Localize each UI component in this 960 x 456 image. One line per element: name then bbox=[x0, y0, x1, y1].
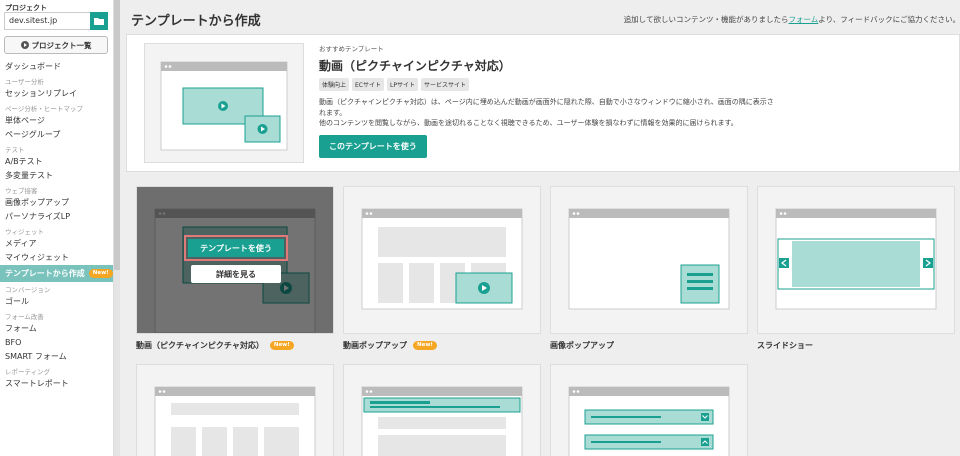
featured-description: 動画（ピクチャインピクチャ対応）は、ページ内に埋め込んだ動画が画面外に隠れた際、… bbox=[319, 97, 779, 129]
sidebar-item[interactable]: A/Bテスト bbox=[0, 155, 113, 169]
card-label: スライドショー bbox=[757, 340, 955, 351]
sidebar-nav: ダッシュボードユーザー分析 セッションリプレイページ分析・ヒートマップ 単体ページペ… bbox=[0, 60, 113, 391]
card-thumbnail bbox=[136, 364, 334, 456]
overlay-detail-button[interactable]: 詳細を見る bbox=[191, 265, 281, 283]
featured-template: おすすめテンプレート 動画（ピクチャインピクチャ対応） 体験向上 ECサイト L… bbox=[126, 34, 960, 172]
template-card[interactable] bbox=[343, 364, 541, 456]
sidebar-item[interactable]: ゴール bbox=[0, 295, 113, 309]
tag-list: 体験向上 ECサイト LPサイト サービスサイト bbox=[319, 78, 819, 91]
sidebar-item[interactable]: BFO bbox=[0, 336, 113, 350]
overlay-use-button[interactable]: テンプレートを使う bbox=[184, 235, 288, 261]
card-thumbnail bbox=[757, 186, 955, 334]
page-title: テンプレートから作成 bbox=[131, 14, 261, 29]
desc-line: 動画（ピクチャインピクチャ対応）は、ページ内に埋め込んだ動画が画面外に隠れた際、… bbox=[319, 98, 774, 117]
feedback-form-link[interactable]: フォーム bbox=[788, 15, 818, 24]
template-card[interactable] bbox=[550, 364, 748, 456]
sidebar-item[interactable]: 画像ポップアップ bbox=[0, 196, 113, 210]
sidebar-item-active[interactable]: テンプレートから作成 New! bbox=[0, 265, 113, 282]
card-thumbnail bbox=[550, 364, 748, 456]
scrollbar-thumb[interactable] bbox=[114, 0, 120, 270]
card-title: 動画（ピクチャインピクチャ対応） bbox=[136, 341, 264, 350]
featured-info: おすすめテンプレート 動画（ピクチャインピクチャ対応） 体験向上 ECサイト L… bbox=[319, 43, 819, 158]
card-title: スライドショー bbox=[757, 341, 813, 350]
overlay-use-label: テンプレートを使う bbox=[188, 239, 284, 257]
nav-section-heading: ユーザー分析 bbox=[5, 78, 44, 86]
card-thumbnail bbox=[550, 186, 748, 334]
sidebar-item[interactable]: 単体ページ bbox=[0, 114, 113, 128]
sidebar-item[interactable]: パーソナライズLP bbox=[0, 210, 113, 224]
feedback-after: より、フィードバックにご協力ください。 bbox=[818, 15, 960, 24]
sidebar-item[interactable]: マイウィジェット bbox=[0, 251, 113, 265]
card-label: 動画ポップアップ New! bbox=[343, 340, 541, 351]
nav-section-heading: テスト bbox=[5, 146, 25, 154]
project-selector: dev.sitest.jp bbox=[4, 12, 108, 30]
tag: LPサイト bbox=[387, 78, 418, 91]
template-card[interactable]: スライドショー bbox=[757, 186, 955, 351]
card-label: 画像ポップアップ bbox=[550, 340, 748, 351]
tag: 体験向上 bbox=[319, 78, 350, 91]
sidebar-item[interactable]: セッションリプレイ bbox=[0, 87, 113, 101]
featured-title: 動画（ピクチャインピクチャ対応） bbox=[319, 59, 511, 73]
nav-section-heading: ウィジェット bbox=[5, 228, 44, 236]
desc-line: 他のコンテンツを閲覧しながら、動画を途切れることなく視聴できるため、ユーザー体験… bbox=[319, 119, 738, 127]
recommended-label: おすすめテンプレート bbox=[319, 45, 384, 53]
sidebar-item[interactable]: SMART フォーム bbox=[0, 350, 113, 364]
sidebar-item[interactable]: ダッシュボード bbox=[0, 60, 113, 74]
card-label: 動画（ピクチャインピクチャ対応） New! bbox=[136, 340, 334, 351]
nav-section-heading: コンバージョン bbox=[5, 286, 51, 294]
featured-thumbnail bbox=[144, 43, 304, 163]
nav-section-heading: フォーム改善 bbox=[5, 313, 44, 321]
new-badge: New! bbox=[413, 341, 437, 350]
card-thumbnail bbox=[343, 186, 541, 334]
nav-section-heading: ウェブ接客 bbox=[5, 187, 38, 195]
sidebar-item[interactable]: スマートレポート bbox=[0, 377, 113, 391]
sidebar-item[interactable]: メディア bbox=[0, 237, 113, 251]
sidebar-item[interactable]: 多変量テスト bbox=[0, 169, 113, 183]
template-card[interactable]: テンプレートを使う 詳細を見る 動画（ピクチャインピクチャ対応） New! bbox=[136, 186, 334, 351]
feedback-before: 追加して欲しいコンテンツ・機能がありましたら bbox=[623, 15, 789, 24]
folder-icon bbox=[94, 18, 104, 25]
card-thumbnail bbox=[343, 364, 541, 456]
feedback-text: 追加して欲しいコンテンツ・機能がありましたらフォームより、フィードバックにご協力… bbox=[624, 14, 960, 25]
tag: ECサイト bbox=[352, 78, 384, 91]
template-card[interactable]: 画像ポップアップ bbox=[550, 186, 748, 351]
folder-button[interactable] bbox=[90, 12, 108, 30]
sidebar-scrollbar[interactable] bbox=[114, 0, 120, 456]
tag: サービスサイト bbox=[420, 78, 469, 91]
sidebar-item[interactable]: フォーム bbox=[0, 322, 113, 336]
project-input[interactable]: dev.sitest.jp bbox=[4, 12, 90, 30]
template-card[interactable] bbox=[136, 364, 334, 456]
use-template-button[interactable]: このテンプレートを使う bbox=[319, 134, 427, 158]
new-badge: New! bbox=[88, 269, 113, 278]
template-card[interactable]: 動画ポップアップ New! bbox=[343, 186, 541, 351]
circle-arrow-icon bbox=[20, 41, 29, 49]
nav-section-heading: ページ分析・ヒートマップ bbox=[5, 105, 83, 113]
nav-section-heading: レポーティング bbox=[5, 368, 51, 376]
sidebar: プロジェクト dev.sitest.jp プロジェクト一覧 ダッシュボード ユーザ… bbox=[0, 0, 114, 456]
card-thumbnail: テンプレートを使う 詳細を見る bbox=[136, 186, 334, 334]
card-title: 画像ポップアップ bbox=[550, 341, 614, 350]
project-list-label: プロジェクト一覧 bbox=[31, 40, 92, 50]
main-content: テンプレートから作成 追加して欲しいコンテンツ・機能がありましたらフォームより、… bbox=[126, 0, 960, 456]
project-list-button[interactable]: プロジェクト一覧 bbox=[4, 36, 108, 54]
card-title: 動画ポップアップ bbox=[343, 341, 407, 350]
new-badge: New! bbox=[269, 341, 294, 350]
sidebar-item-label: テンプレートから作成 bbox=[5, 269, 85, 278]
sidebar-item[interactable]: ページグループ bbox=[0, 128, 113, 142]
